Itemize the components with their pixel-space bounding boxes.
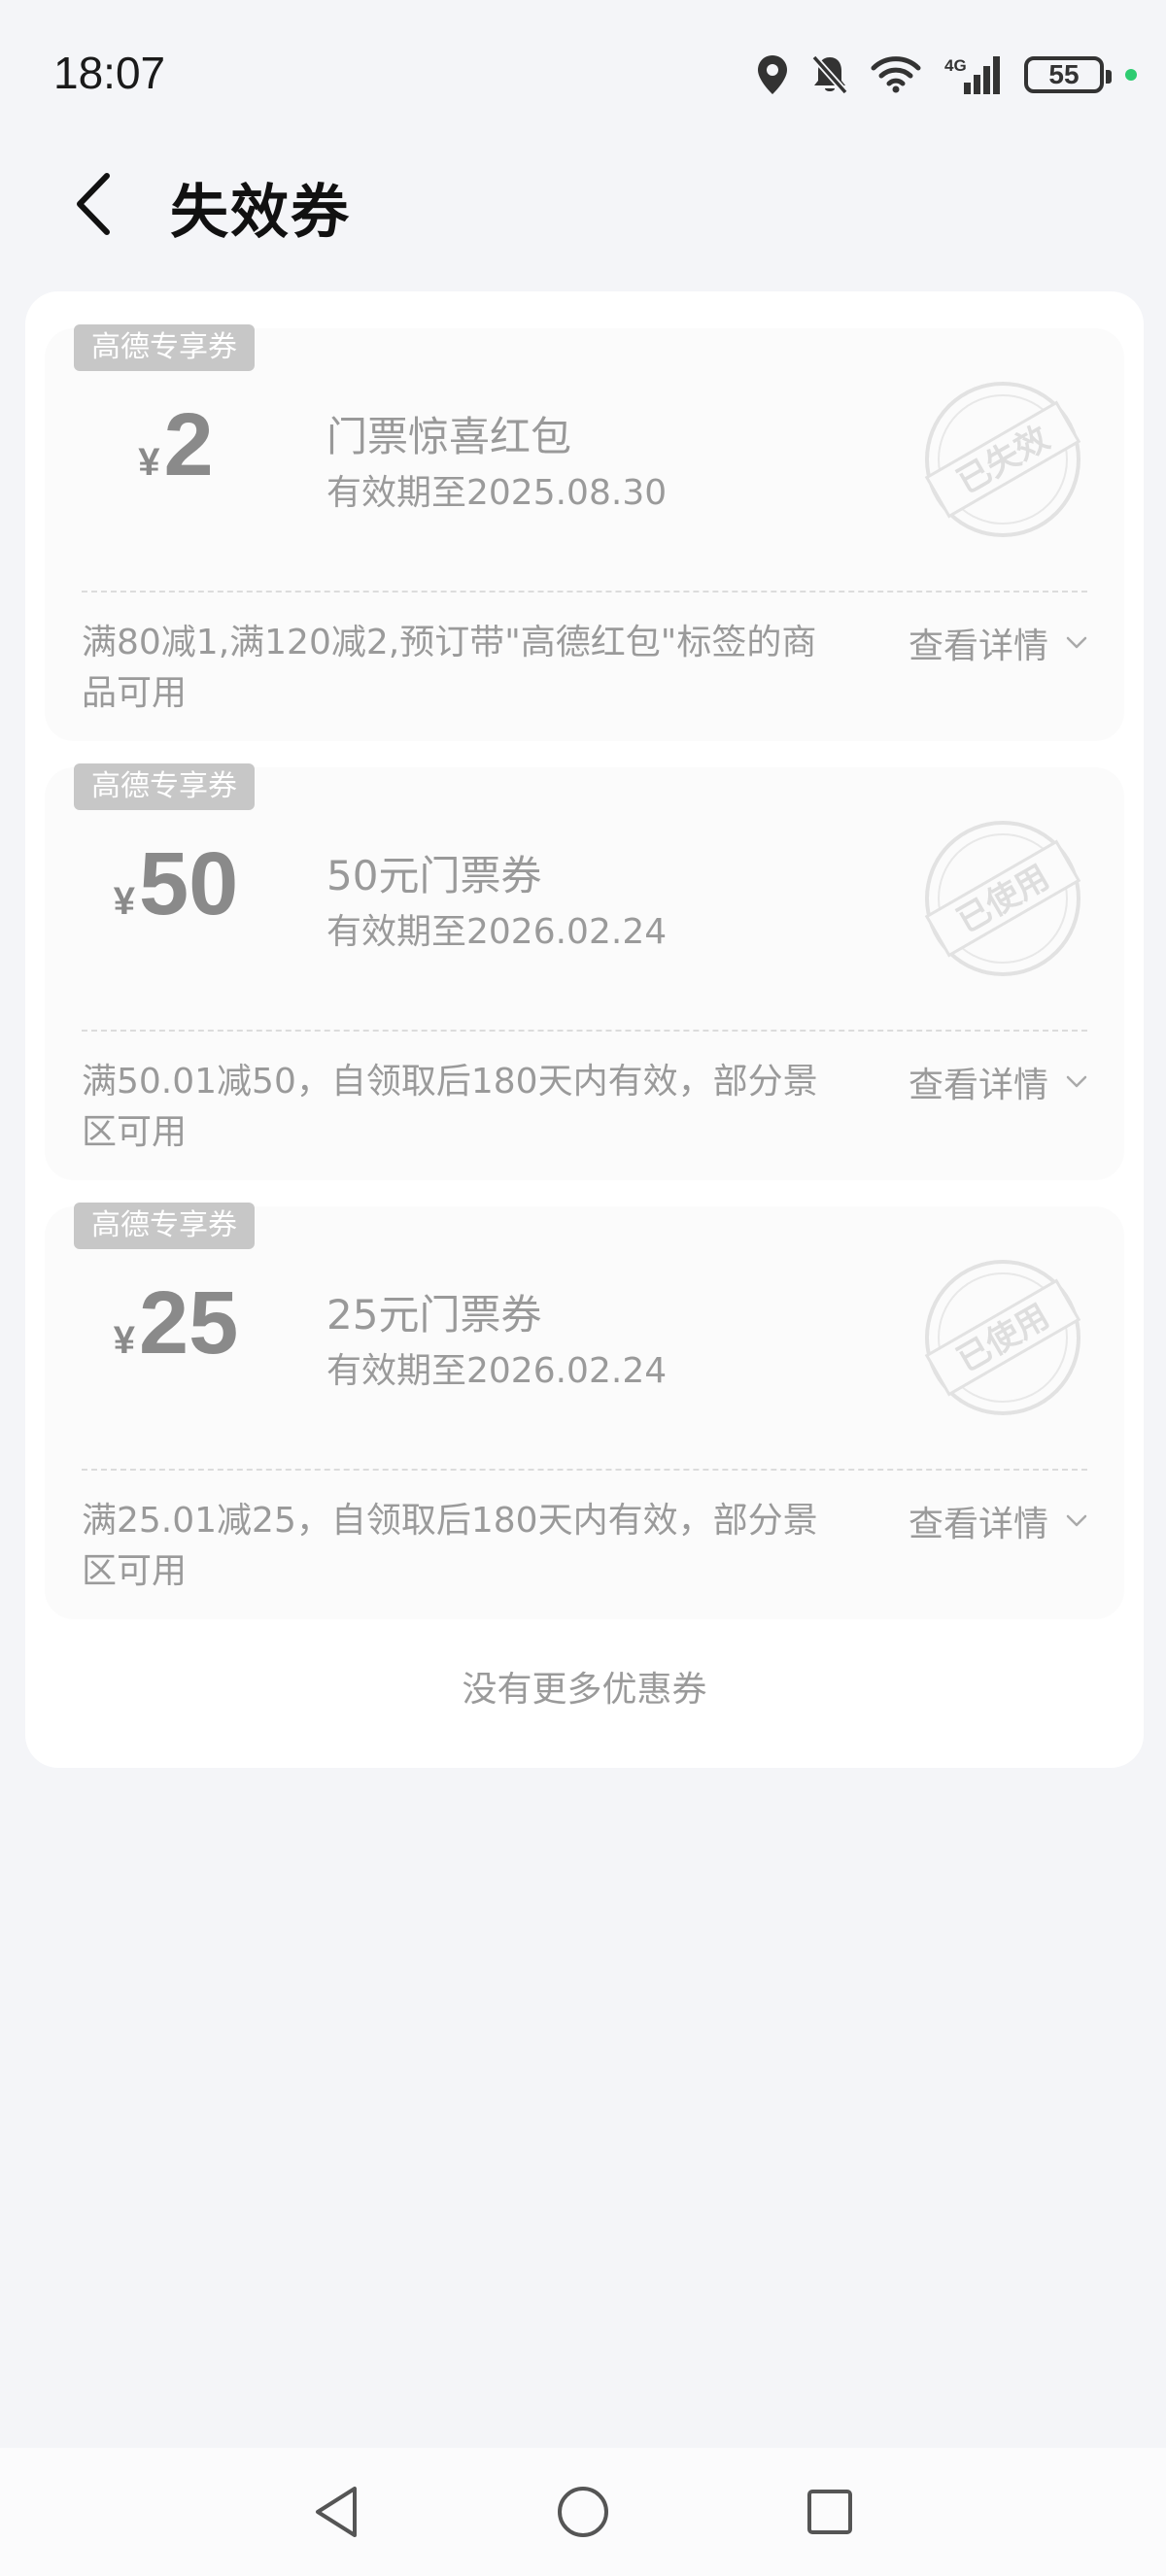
coupon-card[interactable]: 高德专享券 ¥ 2 门票惊喜红包 有效期至2025.08.30 已失效 满80减… (45, 324, 1124, 741)
dashed-divider (82, 591, 1087, 593)
coupon-tag: 高德专享券 (74, 324, 255, 371)
bell-muted-icon (811, 54, 848, 95)
currency-symbol: ¥ (113, 880, 135, 923)
battery-icon: 55 (1024, 56, 1112, 93)
circle-home-icon (558, 2487, 608, 2537)
coupon-card[interactable]: 高德专享券 ¥ 50 50元门票券 有效期至2026.02.24 已使用 满50… (45, 763, 1124, 1180)
coupon-list-panel: 高德专享券 ¥ 2 门票惊喜红包 有效期至2025.08.30 已失效 满80减… (25, 291, 1144, 1768)
used-stamp-icon: 已使用 (924, 821, 1081, 976)
stamp-text: 已使用 (950, 858, 1055, 941)
currency-symbol: ¥ (113, 1319, 135, 1362)
view-details-button[interactable]: 查看详情 (909, 1496, 1087, 1546)
view-details-label: 查看详情 (908, 627, 1048, 666)
coupon-card[interactable]: 高德专享券 ¥ 25 25元门票券 有效期至2026.02.24 已使用 满25… (45, 1203, 1124, 1619)
back-button[interactable] (58, 163, 126, 245)
view-details-button[interactable]: 查看详情 (909, 618, 1087, 668)
square-recents-icon (807, 2490, 852, 2534)
dashed-divider (82, 1469, 1087, 1471)
header: 失效券 (0, 146, 1166, 262)
privacy-indicator-dot (1125, 69, 1137, 81)
chevron-left-icon (77, 173, 110, 235)
coupon-name: 门票惊喜红包 (326, 413, 572, 460)
view-details-button[interactable]: 查看详情 (909, 1057, 1087, 1107)
chevron-down-icon (1066, 1514, 1087, 1527)
coupon-amount: ¥ 50 (45, 835, 307, 932)
dashed-divider (82, 1030, 1087, 1032)
nav-home-button[interactable] (542, 2471, 624, 2553)
coupon-name: 50元门票券 (326, 852, 542, 899)
coupon-amount: ¥ 2 (45, 396, 307, 493)
stamp-text: 已失效 (950, 419, 1055, 502)
network-label: 4G (944, 56, 967, 75)
triangle-back-icon (316, 2487, 357, 2537)
signal-icon: 4G (944, 56, 1000, 94)
nav-back-button[interactable] (295, 2471, 377, 2553)
amount-value: 2 (163, 395, 214, 494)
stamp-text: 已使用 (950, 1297, 1055, 1380)
coupon-amount: ¥ 25 (45, 1274, 307, 1372)
wifi-icon (871, 56, 921, 93)
used-stamp-icon: 已使用 (924, 1260, 1081, 1415)
battery-tip (1106, 70, 1112, 84)
amount-value: 25 (138, 1273, 239, 1373)
status-icons: 4G 55 (756, 49, 1137, 101)
chevron-down-icon (1066, 636, 1087, 649)
system-nav-bar (0, 2448, 1166, 2576)
coupon-validity: 有效期至2025.08.30 (326, 473, 668, 513)
coupon-rule: 满50.01减50，自领取后180天内有效，部分景区可用 (82, 1062, 818, 1152)
status-time: 18:07 (53, 48, 166, 98)
coupon-tag: 高德专享券 (74, 1203, 255, 1249)
currency-symbol: ¥ (138, 441, 160, 484)
coupon-validity: 有效期至2026.02.24 (326, 912, 668, 952)
amount-value: 50 (138, 834, 239, 933)
page-title: 失效券 (170, 179, 351, 247)
coupon-tag: 高德专享券 (74, 763, 255, 810)
status-bar: 18:07 4G 55 (0, 0, 1166, 146)
nav-recents-button[interactable] (789, 2471, 871, 2553)
chevron-down-icon (1066, 1075, 1087, 1088)
page: 18:07 4G 55 失效券 高德专享券 ¥ 2 门票惊喜红包 有效期至202… (0, 0, 1166, 2576)
view-details-label: 查看详情 (908, 1066, 1048, 1105)
coupon-name: 25元门票券 (326, 1291, 542, 1339)
battery-level: 55 (1048, 59, 1080, 89)
location-icon (758, 55, 787, 94)
coupon-validity: 有效期至2026.02.24 (326, 1351, 668, 1391)
coupon-rule: 满80减1,满120减2,预订带"高德红包"标签的商品可用 (82, 623, 817, 713)
expired-stamp-icon: 已失效 (924, 382, 1081, 537)
no-more-coupons-text: 没有更多优惠券 (462, 1670, 707, 1710)
view-details-label: 查看详情 (908, 1505, 1048, 1544)
coupon-rule: 满25.01减25，自领取后180天内有效，部分景区可用 (82, 1501, 818, 1591)
